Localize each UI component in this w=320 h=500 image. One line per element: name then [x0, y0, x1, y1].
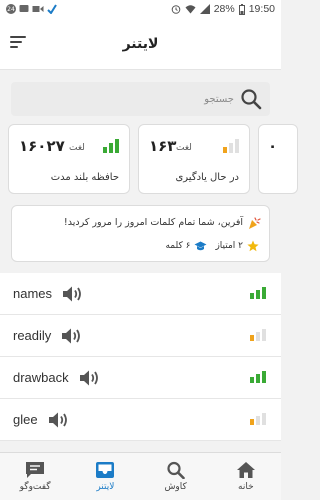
message-icon	[19, 5, 29, 12]
wifi-icon	[185, 5, 196, 14]
speaker-icon[interactable]	[61, 327, 83, 345]
search-icon[interactable]	[240, 88, 262, 110]
word-text: drawback	[13, 370, 69, 385]
stat-card-partial[interactable]: ۰	[258, 124, 298, 194]
list-item[interactable]: names	[0, 273, 281, 315]
search-icon	[167, 461, 185, 479]
nav-label: کاوش	[164, 482, 187, 492]
status-bar: 24 28% 19:50	[0, 0, 281, 18]
nav-chat[interactable]: گفت‌وگو	[0, 461, 70, 492]
stat-card-learning[interactable]: ۱۶۳ لغت در حال یادگیری	[138, 124, 250, 194]
level-bars-icon	[103, 139, 119, 153]
search-bar[interactable]	[11, 82, 270, 116]
video-icon	[32, 6, 44, 12]
level-bars-icon	[250, 413, 266, 425]
signal-icon	[199, 4, 210, 14]
status-bar-right: 28% 19:50	[171, 3, 275, 15]
battery-icon	[238, 3, 245, 15]
battery-percent: 28%	[213, 3, 235, 15]
level-bars-icon	[223, 139, 239, 153]
star-icon	[247, 240, 259, 252]
words-count-text: ۶ کلمه	[165, 241, 191, 251]
word-list: names readily drawback glee	[0, 273, 281, 441]
page-title: لایتنر	[122, 35, 159, 52]
search-input[interactable]	[19, 93, 234, 105]
speaker-icon[interactable]	[48, 411, 70, 429]
list-item[interactable]: readily	[0, 315, 281, 357]
sort-menu-icon[interactable]	[10, 36, 26, 50]
status-bar-left: 24	[6, 4, 57, 14]
inbox-icon	[96, 462, 115, 478]
level-bars-icon	[250, 329, 266, 341]
home-icon	[236, 462, 255, 478]
graduation-cap-icon	[194, 241, 207, 250]
nav-label: خانه	[238, 482, 254, 492]
nav-label: لایتنر	[96, 482, 115, 492]
review-complete-notice: آفرین، شما تمام کلمات امروز را مرور کردی…	[11, 205, 270, 262]
points-text: ۲ امتیاز	[215, 241, 243, 251]
stat-value: ۱۶۰۲۷	[19, 137, 65, 155]
nav-explore[interactable]: کاوش	[141, 461, 211, 492]
nav-leitner[interactable]: لایتنر	[70, 461, 140, 492]
check-icon	[47, 4, 57, 14]
stat-label: در حال یادگیری	[175, 172, 239, 183]
alarm-icon	[171, 5, 181, 14]
word-text: names	[13, 286, 53, 301]
stat-value: ۱۶۳	[149, 137, 177, 155]
word-text: glee	[13, 412, 38, 427]
stat-value: ۰	[268, 137, 278, 155]
nav-label: گفت‌وگو	[19, 482, 51, 492]
speaker-icon[interactable]	[79, 369, 101, 387]
notification-count-badge: 24	[6, 4, 16, 14]
list-item[interactable]: glee	[0, 399, 281, 441]
word-text: readily	[13, 328, 52, 343]
stat-unit: لغت	[69, 143, 85, 153]
notice-meta: ۲ امتیاز ۶ کلمه	[165, 240, 259, 252]
stat-unit: لغت	[176, 143, 192, 153]
party-popper-icon	[249, 217, 261, 229]
stat-label: حافظه بلند مدت	[50, 172, 119, 183]
speaker-icon[interactable]	[62, 285, 84, 303]
clock: 19:50	[248, 3, 275, 15]
stat-card-long-term[interactable]: ۱۶۰۲۷ لغت حافظه بلند مدت	[8, 124, 130, 194]
bottom-navigation: گفت‌وگو لایتنر کاوش خانه	[0, 452, 281, 500]
app-bar: لایتنر	[0, 18, 281, 70]
level-bars-icon	[250, 287, 266, 299]
notice-message: آفرین، شما تمام کلمات امروز را مرور کردی…	[63, 217, 243, 228]
level-bars-icon	[250, 371, 266, 383]
nav-home[interactable]: خانه	[211, 461, 281, 492]
list-item[interactable]: drawback	[0, 357, 281, 399]
chat-icon	[26, 462, 45, 478]
